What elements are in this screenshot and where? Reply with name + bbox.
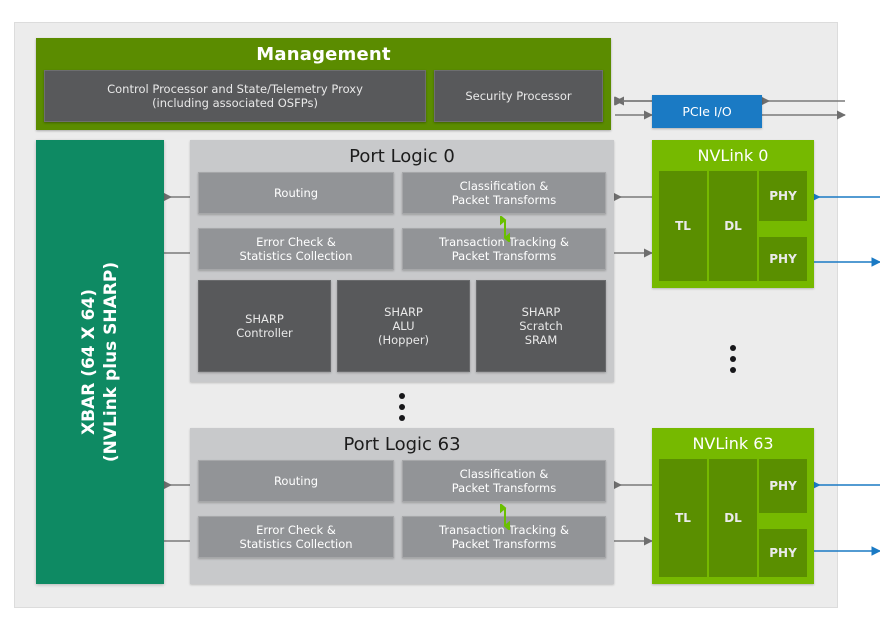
sharp-alu-line3: (Hopper) (377, 333, 430, 347)
security-processor-block: Security Processor (434, 70, 603, 122)
nvlink-0-phy-bottom-label: PHY (769, 252, 797, 266)
nvlink-0-block: NVLink 0 TL DL PHY PHY (652, 140, 814, 288)
xbar-label: XBAR (64 X 64) (NVLink plus SHARP) (78, 262, 122, 462)
port-logic-63-block: Port Logic 63 Routing Classification & P… (190, 428, 614, 584)
error-check-label-63-line1: Error Check & (256, 523, 336, 537)
nvlink-63-dl-label: DL (724, 511, 742, 525)
port-logic-0-title: Port Logic 0 (349, 145, 455, 167)
management-block: Management Control Processor and State/T… (36, 38, 611, 130)
sharp-alu-line1: SHARP (384, 305, 423, 319)
ellipsis-dot (399, 393, 405, 399)
nvlink-0-phy-top-label: PHY (769, 189, 797, 203)
ellipsis-dot (730, 356, 736, 362)
ellipsis-dot (399, 404, 405, 410)
nvlink-63-tl-label: TL (675, 511, 691, 525)
ellipsis-dot (730, 367, 736, 373)
nvlink-63-block: NVLink 63 TL DL PHY PHY (652, 428, 814, 584)
green-link-arrow-63 (500, 504, 510, 530)
port-logic-0-block: Port Logic 0 Routing Classification & Pa… (190, 140, 614, 382)
pcie-io-block: PCIe I/O (652, 95, 762, 128)
nvlink-63-phy-bottom-block: PHY (759, 529, 807, 577)
sharp-alu-block: SHARP ALU (Hopper) (337, 280, 470, 372)
routing-label-0: Routing (273, 186, 319, 200)
classification-block-63: Classification & Packet Transforms (402, 460, 606, 502)
nvlink-0-dl-label: DL (724, 219, 742, 233)
nvlink-ellipsis (730, 345, 736, 373)
control-processor-block: Control Processor and State/Telemetry Pr… (44, 70, 426, 122)
ellipsis-dot (730, 345, 736, 351)
sharp-controller-line1: SHARP (245, 312, 284, 326)
security-processor-label: Security Processor (465, 89, 572, 103)
xbar-block: XBAR (64 X 64) (NVLink plus SHARP) (36, 140, 164, 584)
classification-label-63-line2: Packet Transforms (451, 481, 557, 495)
port-logic-63-title: Port Logic 63 (343, 433, 461, 455)
classification-label-0-line2: Packet Transforms (451, 193, 557, 207)
nvlink-63-title: NVLink 63 (692, 433, 774, 453)
nvlink-63-tl-block: TL (659, 459, 707, 577)
classification-block-0: Classification & Packet Transforms (402, 172, 606, 214)
error-check-label-63-line2: Statistics Collection (239, 537, 353, 551)
management-title: Management (256, 43, 391, 65)
transaction-tracking-label-0-line2: Packet Transforms (451, 249, 557, 263)
error-check-block-63: Error Check & Statistics Collection (198, 516, 394, 558)
classification-label-0-line1: Classification & (459, 179, 549, 193)
pcie-io-label: PCIe I/O (682, 104, 732, 119)
routing-block-0: Routing (198, 172, 394, 214)
nvlink-63-dl-block: DL (709, 459, 757, 577)
nvlink-0-phy-top-block: PHY (759, 171, 807, 221)
sharp-scratch-line3: SRAM (524, 333, 558, 347)
nvlink-0-tl-label: TL (675, 219, 691, 233)
routing-block-63: Routing (198, 460, 394, 502)
diagram-root: Management Control Processor and State/T… (0, 0, 880, 636)
green-link-arrow-0 (500, 216, 510, 242)
control-processor-label-line2: (including associated OSFPs) (152, 96, 318, 110)
transaction-tracking-label-63-line2: Packet Transforms (451, 537, 557, 551)
nvlink-63-phy-bottom-label: PHY (769, 546, 797, 560)
nvlink-0-phy-bottom-block: PHY (759, 237, 807, 281)
xbar-label-line2: (NVLink plus SHARP) (101, 261, 121, 463)
nvlink-63-phy-top-block: PHY (759, 459, 807, 513)
nvlink-0-dl-block: DL (709, 171, 757, 281)
error-check-label-0-line2: Statistics Collection (239, 249, 353, 263)
routing-label-63: Routing (273, 474, 319, 488)
classification-label-63-line1: Classification & (459, 467, 549, 481)
sharp-scratch-line1: SHARP (521, 305, 561, 319)
error-check-block-0: Error Check & Statistics Collection (198, 228, 394, 270)
sharp-alu-line2: ALU (392, 319, 415, 333)
sharp-scratch-sram-block: SHARP Scratch SRAM (476, 280, 606, 372)
nvlink-0-tl-block: TL (659, 171, 707, 281)
ellipsis-dot (399, 415, 405, 421)
sharp-controller-block: SHARP Controller (198, 280, 331, 372)
control-processor-label-line1: Control Processor and State/Telemetry Pr… (107, 82, 363, 96)
sharp-controller-line2: Controller (236, 326, 293, 340)
nvlink-0-title: NVLink 0 (697, 145, 769, 165)
port-logic-ellipsis (399, 393, 405, 421)
nvlink-63-phy-top-label: PHY (769, 479, 797, 493)
xbar-label-line1: XBAR (64 X 64) (79, 288, 99, 436)
sharp-scratch-line2: Scratch (519, 319, 563, 333)
error-check-label-0-line1: Error Check & (256, 235, 336, 249)
